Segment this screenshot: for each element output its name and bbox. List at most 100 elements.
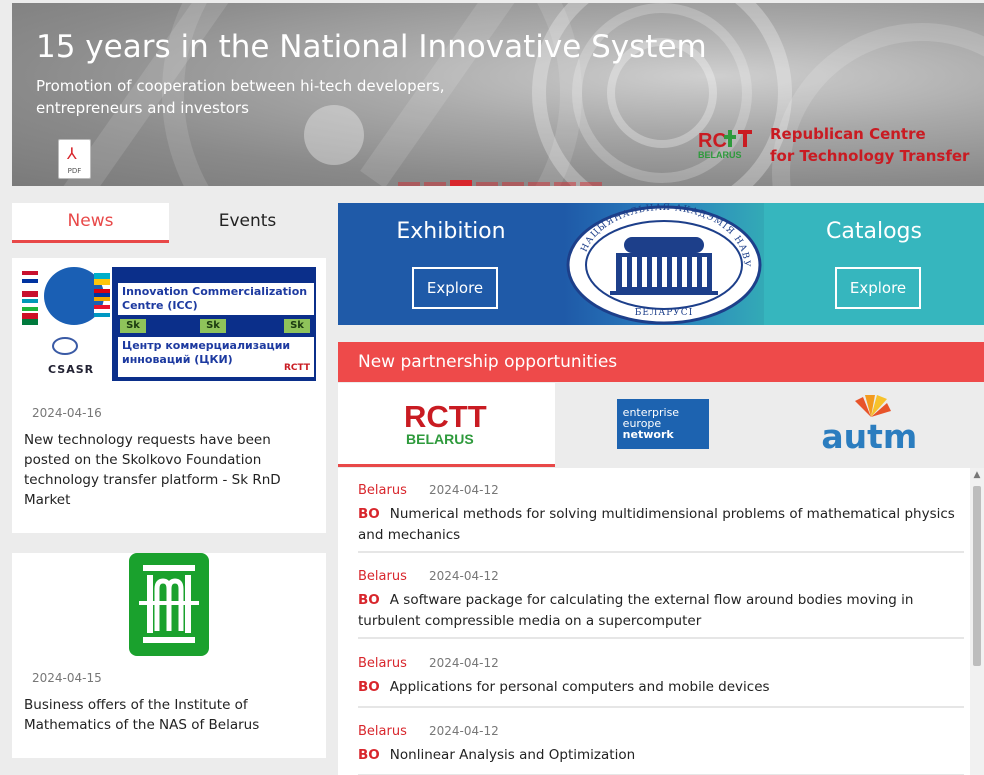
slider-pagination [398,180,602,186]
slider-dot[interactable] [424,182,446,186]
news-image-icc[interactable]: CSASR Innovation Commercialization Centr… [22,267,316,384]
sk-logo: Sk [120,319,146,333]
icc-title-ru: Центр коммерциализации инноваций (ЦКИ) R… [118,337,314,377]
hero-org-name-line1: Republican Centre [770,125,926,143]
opportunities-scrollbar[interactable]: ▲ [970,468,984,775]
partnership-heading: New partnership opportunities [338,342,984,382]
partner-tab-een[interactable]: enterprise europe network [555,383,770,467]
news-date: 2024-04-15 [32,671,102,685]
flag-icon [22,285,38,297]
icc-title-en: Innovation Commercialization Centre (ICC… [118,283,314,315]
institute-of-mathematics-logo[interactable] [129,553,209,656]
flag-icon [22,271,38,283]
list-item[interactable]: Belarus 2024-04-12 BO Numerical methods f… [358,481,964,553]
opportunity-meta: Belarus 2024-04-12 [358,722,964,741]
slider-dot[interactable] [554,182,576,186]
scroll-up-icon[interactable]: ▲ [970,470,984,480]
hero-org-name[interactable]: Republican Centre for Technology Transfe… [770,123,969,167]
slider-dot[interactable] [528,182,550,186]
opportunity-title-text: A software package for calculating the e… [358,592,914,629]
pdf-label: PDF [67,167,82,175]
opportunity-title[interactable]: BO Numerical methods for solving multidim… [358,504,964,546]
opportunity-type-badge: BO [358,506,380,522]
enterprise-europe-network-logo: enterprise europe network [616,399,709,449]
pdf-acrobat-icon: ⅄ [67,144,77,163]
partner-tab-rctt[interactable]: RCTT BELARUS [338,383,555,467]
opportunity-date: 2024-04-12 [429,656,499,670]
rctt-logo-text: RCTT [404,399,487,434]
opportunity-meta: Belarus 2024-04-12 [358,654,964,673]
nas-seal-block: НАЦЫЯНАЛЬНАЯ АКАДЭМІЯ НАВУК БЕЛАРУСІ [564,203,764,325]
partner-logo-tabs: RCTT BELARUS enterprise europe network a… [338,383,984,467]
opportunity-date: 2024-04-12 [429,569,499,583]
slider-dot[interactable] [398,182,420,186]
hero-title: 15 years in the National Innovative Syst… [36,29,707,65]
opportunity-meta: Belarus 2024-04-12 [358,481,964,500]
rctt-mini-logo: RCTT [283,363,310,373]
catalogs-title: Catalogs [826,219,922,244]
svg-text:RC: RC [698,130,727,152]
autm-fan-icon [855,395,892,417]
news-card[interactable]: 2024-04-15 Business offers of the Instit… [12,553,326,758]
opportunity-title[interactable]: BO Applications for personal computers an… [358,677,964,698]
flag-icon [22,299,38,311]
tab-news[interactable]: News [12,203,169,243]
nas-building-icon [52,337,78,355]
opportunity-title-text: Nonlinear Analysis and Optimization [389,747,636,763]
opportunity-type-badge: BO [358,592,380,608]
flag-icon [94,289,110,301]
slider-dot-active[interactable] [450,180,472,186]
slider-dot[interactable] [580,182,602,186]
slider-dot[interactable] [502,182,524,186]
rctt-logo-icon: RCTT BELARUS [404,399,487,447]
list-item[interactable]: Belarus 2024-04-12 BO Nonlinear Analysis … [358,722,964,775]
opportunity-country[interactable]: Belarus [358,483,407,498]
seal-bottom-text: БЕЛАРУСІ [635,308,694,318]
rctt-logo-icon: RC BELARUS [698,130,752,160]
list-item[interactable]: Belarus 2024-04-12 BO A software package … [358,567,964,639]
promo-banner: Exhibition Explore НАЦЫЯНАЛЬНАЯ АКАДЭМІЯ… [338,203,984,325]
opportunity-country[interactable]: Belarus [358,724,407,739]
pdf-download-icon[interactable]: ⅄ PDF [58,139,91,179]
flag-icon [94,273,110,285]
tab-events[interactable]: Events [169,203,326,243]
slider-dot[interactable] [476,182,498,186]
icc-title-ru-text: Центр коммерциализации инноваций (ЦКИ) [122,339,291,366]
partner-tab-autm[interactable]: autm [769,383,984,467]
hero-org-name-line2: for Technology Transfer [770,147,970,165]
news-card[interactable]: CSASR Innovation Commercialization Centr… [12,258,326,533]
scrollbar-thumb[interactable] [973,486,981,666]
flag-icon [94,305,110,317]
opportunity-title-text: Applications for personal computers and … [389,679,770,695]
opportunities-list: Belarus 2024-04-12 BO Numerical methods f… [338,468,970,775]
news-title[interactable]: Business offers of the Institute of Math… [24,695,294,735]
opportunity-date: 2024-04-12 [429,724,499,738]
catalogs-block: Catalogs Explore [764,203,984,325]
icc-panel: Innovation Commercialization Centre (ICC… [112,267,316,381]
news-date: 2024-04-16 [32,406,102,420]
opportunity-title[interactable]: BO Nonlinear Analysis and Optimization [358,745,964,766]
svg-text:BELARUS: BELARUS [698,150,742,160]
news-events-tabs: News Events [12,203,326,243]
autm-logo-text: autm [821,417,918,456]
een-line3: network [622,428,674,441]
nas-belarus-seal-icon: НАЦЫЯНАЛЬНАЯ АКАДЭМІЯ НАВУК БЕЛАРУСІ [564,203,762,325]
opportunity-meta: Belarus 2024-04-12 [358,567,964,586]
exhibition-block: Exhibition Explore [338,203,564,325]
list-item[interactable]: Belarus 2024-04-12 BO Applications for pe… [358,654,964,708]
opportunity-title-text: Numerical methods for solving multidimen… [358,506,955,543]
csasr-logo: CSASR [48,363,95,376]
opportunity-country[interactable]: Belarus [358,569,407,584]
exhibition-explore-button[interactable]: Explore [412,267,498,309]
news-title[interactable]: New technology requests have been posted… [24,430,294,510]
flag-icon [22,313,38,325]
opportunity-type-badge: BO [358,679,380,695]
cis-emblem: CSASR [22,267,110,384]
catalogs-explore-button[interactable]: Explore [835,267,921,309]
opportunity-title[interactable]: BO A software package for calculating the… [358,590,964,632]
hero-banner[interactable]: 15 years in the National Innovative Syst… [12,3,984,186]
exhibition-title: Exhibition [396,219,506,244]
hero-subtitle: Promotion of cooperation between hi-tech… [36,77,445,117]
opportunity-country[interactable]: Belarus [358,656,407,671]
sk-logo: Sk [284,319,310,333]
